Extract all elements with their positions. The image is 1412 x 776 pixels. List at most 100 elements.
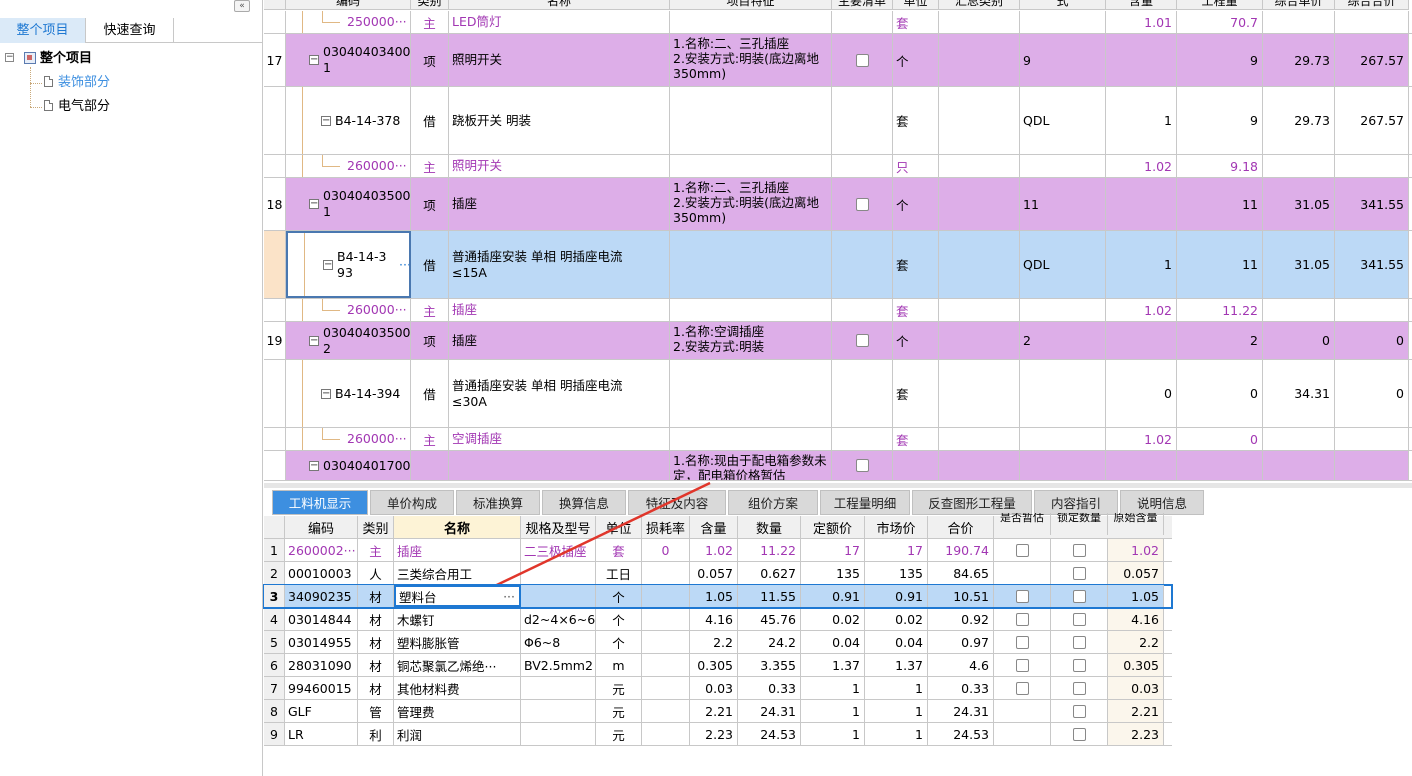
collapse-icon[interactable]: − [321, 388, 331, 399]
cell-qty[interactable]: 11 [1177, 178, 1263, 230]
cell-lock[interactable] [1051, 539, 1108, 561]
bill-row[interactable]: − B4-14-3 93 ··· 借普通插座安装 单相 明插座电流≤15A 套 QDL 1 1… [264, 231, 1412, 299]
cell-quota[interactable]: 1.37 [801, 654, 865, 676]
cell-type[interactable]: 主 [411, 299, 449, 321]
cell-qty[interactable]: 0 [1177, 428, 1263, 450]
cell-unit[interactable]: 个 [596, 585, 642, 607]
column-header[interactable]: 含量 [1106, 0, 1177, 10]
cell-est[interactable] [994, 562, 1051, 584]
cell-orig[interactable]: 2.2 [1108, 631, 1164, 653]
cell-orig[interactable]: 1.05 [1108, 585, 1164, 607]
cell-content[interactable]: 1.01 [1106, 11, 1177, 33]
cell-orig[interactable]: 1.02 [1108, 539, 1164, 561]
bill-row[interactable]: 260000··· 主插座 套 1.02 11.22 [264, 299, 1412, 322]
cell-code[interactable]: −03040401700 [286, 451, 411, 480]
estimate-checkbox[interactable] [1015, 612, 1029, 626]
cell-total[interactable]: 10.51 [928, 585, 994, 607]
cell-total[interactable]: 0 [1335, 322, 1409, 359]
cell-n[interactable]: 4 [264, 608, 285, 630]
tab-3[interactable]: 换算信息 [542, 490, 626, 515]
cell-unit[interactable]: 套 [893, 11, 939, 33]
cell-formula[interactable] [1020, 451, 1106, 480]
cell-total[interactable]: 84.65 [928, 562, 994, 584]
cell-code[interactable]: −03040403500 2 [286, 322, 411, 359]
cell-qty[interactable]: 9 [1177, 87, 1263, 154]
resource-row[interactable]: 1 2600002··· 主插座 二三极插座套 0 1.02 11.22 17 17 190.74… [264, 539, 1172, 562]
cell-content[interactable]: 1 [1106, 87, 1177, 154]
tab-5[interactable]: 组价方案 [728, 490, 818, 515]
cell-unit[interactable]: 个 [596, 631, 642, 653]
cell-sum[interactable] [939, 322, 1020, 359]
cell-orig[interactable]: 0.03 [1108, 677, 1164, 699]
resource-row[interactable]: 3 34090235 材塑料台 ··· 个 1.05 11.55 0.91 0.91 10.51 1… [263, 584, 1173, 609]
cell-feature[interactable] [670, 299, 832, 321]
cell-content[interactable] [1106, 34, 1177, 86]
tab-quick-search[interactable]: 快速查询 [86, 18, 174, 43]
cell-spec[interactable] [521, 700, 596, 722]
cell-unit[interactable]: 元 [596, 700, 642, 722]
cell-code[interactable]: 2600002··· [285, 539, 358, 561]
cell-unit[interactable]: m [596, 654, 642, 676]
cell-unit[interactable]: 套 [893, 87, 939, 154]
cell-feature[interactable] [670, 360, 832, 427]
lock-qty-checkbox[interactable] [1072, 566, 1086, 580]
bill-row[interactable]: − B4-14-394 借普通插座安装 单相 明插座电流≤30A 套 0 0 34.31 0 [264, 360, 1412, 428]
cell-code[interactable]: 260000··· [286, 299, 411, 321]
cell-unit[interactable]: 个 [596, 608, 642, 630]
cell-qty[interactable]: 0.33 [738, 677, 801, 699]
column-header[interactable]: 综合单价 [1263, 0, 1335, 10]
cell-feature[interactable] [670, 87, 832, 154]
cell-idx[interactable] [264, 231, 286, 298]
cell-name[interactable]: 插座 [394, 539, 521, 561]
cell-code[interactable]: LR [285, 723, 358, 745]
lock-qty-checkbox[interactable] [1072, 612, 1086, 626]
tab-7[interactable]: 反查图形工程量 [912, 490, 1032, 515]
cell-price[interactable]: 31.05 [1263, 178, 1335, 230]
bill-row[interactable]: 260000··· 主照明开关 只 1.02 9.18 [264, 155, 1412, 178]
cell-loss[interactable] [642, 723, 690, 745]
collapse-icon[interactable]: − [309, 460, 319, 471]
column-header[interactable]: 含量 [690, 516, 738, 538]
cell-qty[interactable]: 24.53 [738, 723, 801, 745]
cell-total[interactable]: 341.55 [1335, 231, 1409, 298]
cell-idx[interactable] [264, 155, 286, 177]
cell-unit[interactable]: 套 [893, 299, 939, 321]
estimate-checkbox[interactable] [1015, 543, 1029, 557]
cell-feature[interactable] [670, 428, 832, 450]
cell-code[interactable]: − B4-14-394 [286, 360, 411, 427]
cell-price[interactable]: 0 [1263, 322, 1335, 359]
cell-lock[interactable] [1051, 631, 1108, 653]
column-header[interactable]: 工程量 [1177, 0, 1263, 10]
cell-name[interactable]: 塑料台 ··· [394, 585, 521, 607]
cell-code[interactable]: 34090235 [285, 585, 358, 607]
tab-2[interactable]: 标准换算 [456, 490, 540, 515]
cell-est[interactable] [994, 631, 1051, 653]
cell-formula[interactable] [1020, 360, 1106, 427]
cell-est[interactable] [994, 723, 1051, 745]
column-header[interactable]: 综合合价 [1335, 0, 1409, 10]
cell-qty[interactable]: 11.55 [738, 585, 801, 607]
cell-spec[interactable]: BV2.5mm2 [521, 654, 596, 676]
cell-loss[interactable] [642, 700, 690, 722]
cell-unit[interactable]: 个 [893, 34, 939, 86]
cell-qty[interactable] [1177, 451, 1263, 480]
resource-row[interactable]: 8 GLF 管管理费元 2.21 24.31 1 1 24.31 2.21 [264, 700, 1172, 723]
cell-n[interactable]: 7 [264, 677, 285, 699]
cell-idx[interactable] [264, 428, 286, 450]
cell-price[interactable]: 31.05 [1263, 231, 1335, 298]
cell-sum[interactable] [939, 231, 1020, 298]
column-header[interactable] [264, 0, 286, 10]
column-header[interactable]: 类别 [411, 0, 449, 10]
lock-qty-checkbox[interactable] [1072, 589, 1086, 603]
cell-qty[interactable]: 11 [1177, 231, 1263, 298]
cell-feature[interactable] [670, 155, 832, 177]
cell-name[interactable]: 木螺钉 [394, 608, 521, 630]
cell-market[interactable]: 1.37 [865, 654, 928, 676]
cell-price[interactable] [1263, 11, 1335, 33]
cell-sum[interactable] [939, 34, 1020, 86]
main-list-checkbox[interactable] [855, 459, 869, 472]
cell-content[interactable]: 0.305 [690, 654, 738, 676]
lock-qty-checkbox[interactable] [1072, 727, 1086, 741]
column-header[interactable]: 锁定数量 [1051, 513, 1108, 535]
cell-spec[interactable] [521, 585, 596, 607]
